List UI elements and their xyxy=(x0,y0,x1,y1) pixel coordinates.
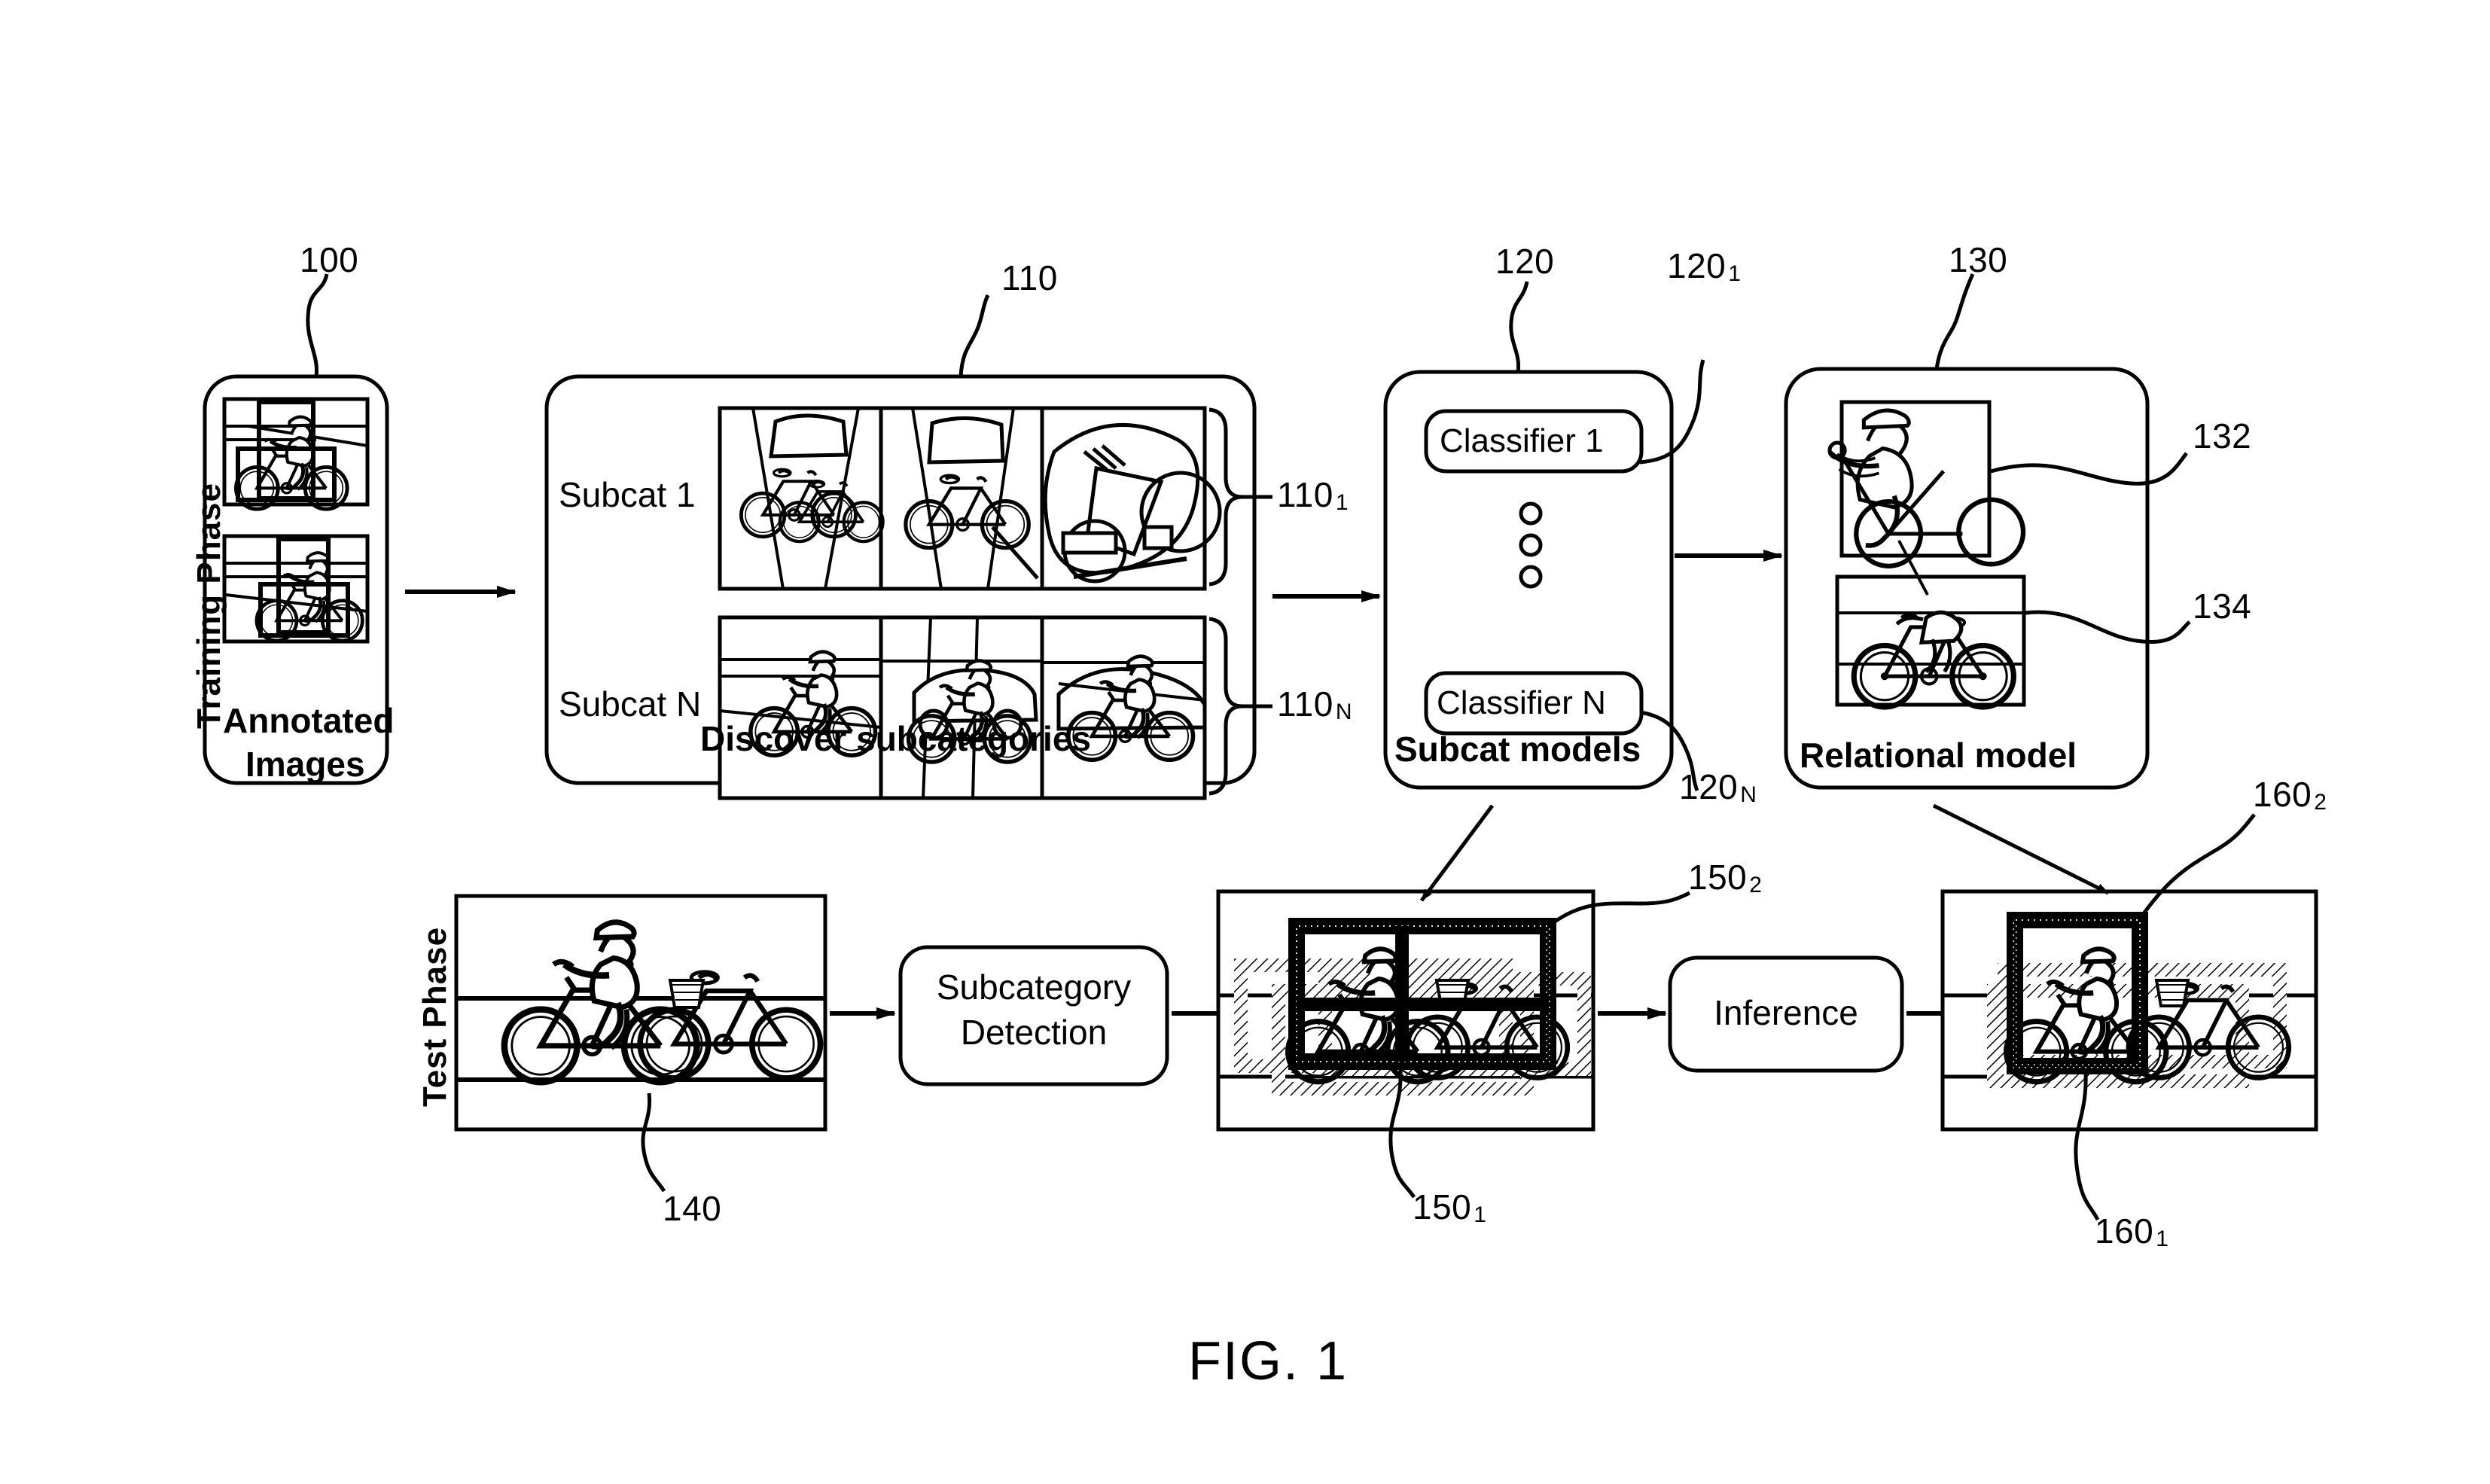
ref-160-1: 160 1 xyxy=(2095,1211,2168,1252)
ellipsis-dot-3 xyxy=(1519,565,1543,589)
ellipsis-dot-1 xyxy=(1519,501,1543,526)
annotated-images-caption-2: Images xyxy=(245,745,365,784)
ref-110: 110 xyxy=(1001,258,1058,297)
test-phase-label: Test Phase xyxy=(416,926,453,1107)
arrow-120-to-150 xyxy=(1419,804,1495,902)
discover-subcategories-caption: Discover subcategories xyxy=(700,719,1092,758)
relational-model-caption: Relational model xyxy=(1800,736,2077,775)
ref-160-2: 160 2 xyxy=(2253,775,2327,815)
training-phase-label: Training Phase xyxy=(190,483,227,729)
ref-140: 140 xyxy=(663,1189,722,1228)
relational-part-132 xyxy=(1827,400,2026,568)
subcat-models-caption: Subcat models xyxy=(1394,730,1641,769)
figure-canvas: Training Phase Test Phase 100 Annotated … xyxy=(0,0,2490,1484)
detection-result-image xyxy=(1216,889,1595,1132)
ref-100: 100 xyxy=(300,240,359,279)
ref-110-n: 110 N xyxy=(1277,684,1352,725)
diagram-svg xyxy=(203,273,2318,1221)
leader-100 xyxy=(306,273,329,377)
ref-120: 120 xyxy=(1495,242,1555,281)
annotated-thumb-2 xyxy=(222,534,370,644)
ref-134: 134 xyxy=(2193,587,2252,626)
annotated-images-caption-1: Annotated xyxy=(223,701,395,740)
subcat-n-label: Subcat N xyxy=(559,684,702,724)
subcat-n-strip xyxy=(718,615,1207,800)
subcat-1-strip xyxy=(718,406,1222,591)
leader-130 xyxy=(1934,273,1975,370)
leader-110 xyxy=(959,294,990,377)
subcategory-detection-line2: Detection xyxy=(960,1013,1108,1052)
ref-130: 130 xyxy=(1949,240,2008,279)
leader-132 xyxy=(1990,452,2188,486)
figure-caption: FIG. 1 xyxy=(1188,1331,1349,1391)
ref-132: 132 xyxy=(2193,416,2252,456)
ellipsis-dot-2 xyxy=(1519,533,1543,557)
inference-label: Inference xyxy=(1714,993,1858,1032)
ref-110-1: 110 1 xyxy=(1277,475,1349,516)
ref-120-n: 120 N xyxy=(1679,767,1757,808)
ref-150-1: 150 1 xyxy=(1413,1187,1486,1228)
inference-result-image xyxy=(1940,889,2318,1132)
ref-150-2: 150 2 xyxy=(1688,858,1762,898)
ref-120-1: 120 1 xyxy=(1667,246,1741,287)
test-input-image xyxy=(454,894,827,1132)
brace-110-1 xyxy=(1208,407,1243,587)
brace-110-n xyxy=(1208,617,1243,796)
leader-120 xyxy=(1509,281,1529,373)
subcategory-detection-line1: Subcategory xyxy=(936,967,1132,1007)
classifier-n-label: Classifier N xyxy=(1437,684,1606,721)
annotated-thumb-1 xyxy=(222,397,370,509)
classifier-1-label: Classifier 1 xyxy=(1440,422,1604,459)
leader-134 xyxy=(2025,610,2191,644)
subcat-1-label: Subcat 1 xyxy=(559,475,696,514)
arrow-130-to-160 xyxy=(1932,803,2110,895)
relational-part-134 xyxy=(1835,574,2026,710)
